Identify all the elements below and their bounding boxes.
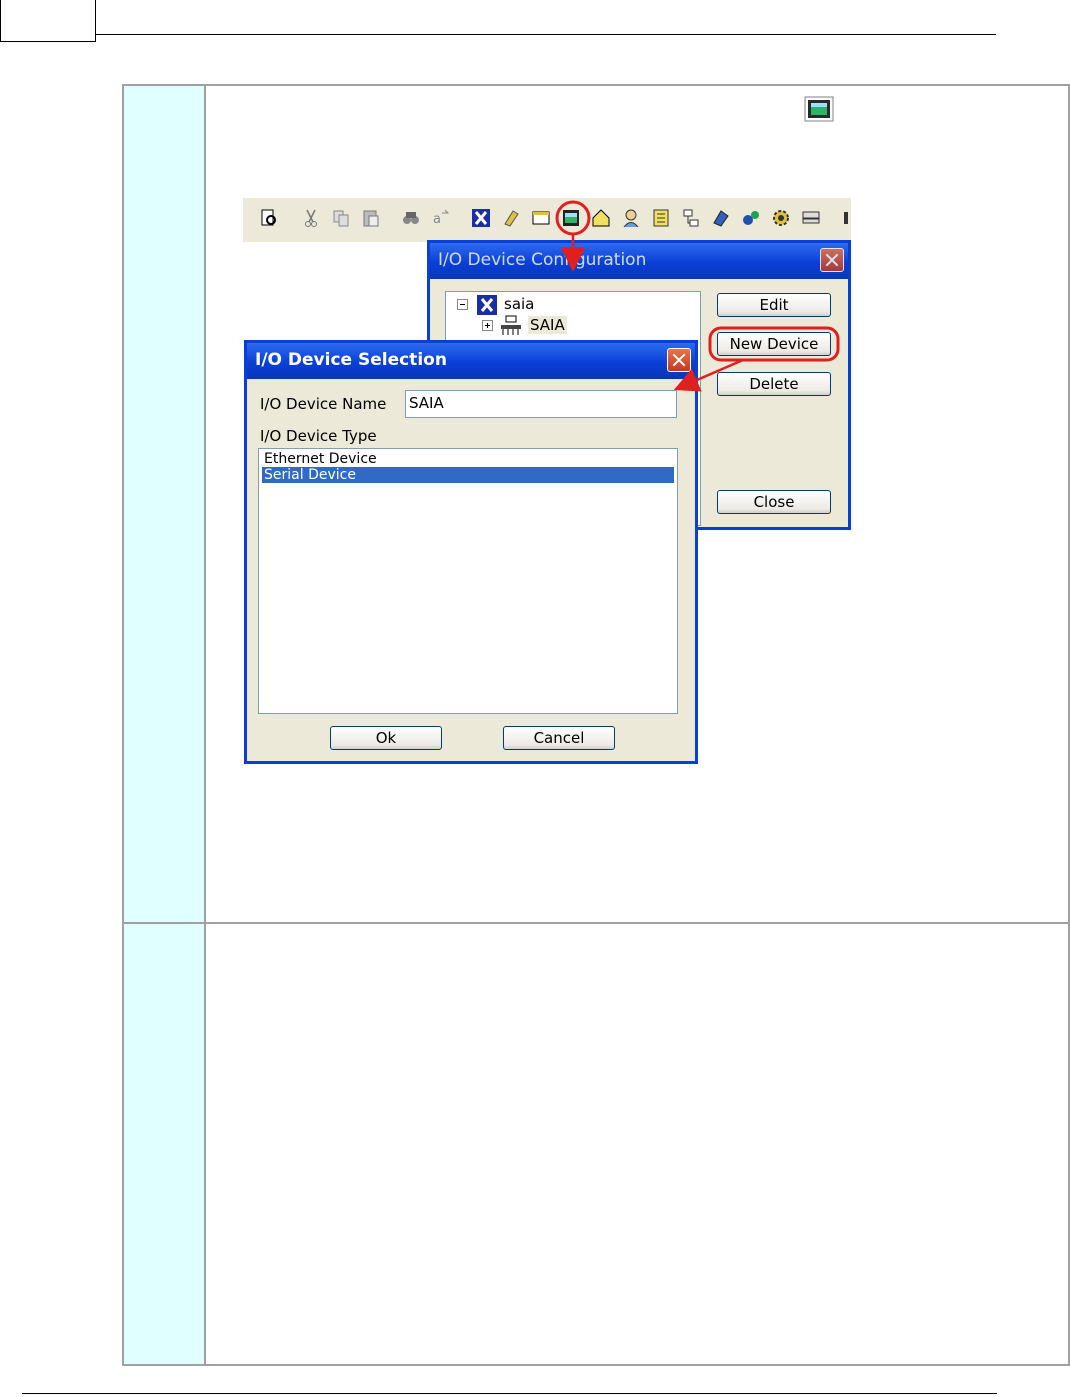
header-rule	[96, 34, 996, 35]
row-separator	[124, 922, 1068, 924]
arrow-to-selection-dialog	[673, 358, 744, 392]
highlight-new-device	[708, 326, 840, 362]
annotation-overlay	[555, 200, 840, 392]
row2-step-cell	[124, 924, 206, 1364]
io-device-config-icon	[804, 96, 834, 122]
row1-step-cell	[124, 86, 206, 922]
screenshot-area: a I/O Device Configuration saia SAIA Edi…	[243, 198, 851, 764]
footer-rule	[22, 1393, 997, 1394]
highlight-circle	[555, 200, 591, 236]
page-tab	[0, 0, 96, 42]
